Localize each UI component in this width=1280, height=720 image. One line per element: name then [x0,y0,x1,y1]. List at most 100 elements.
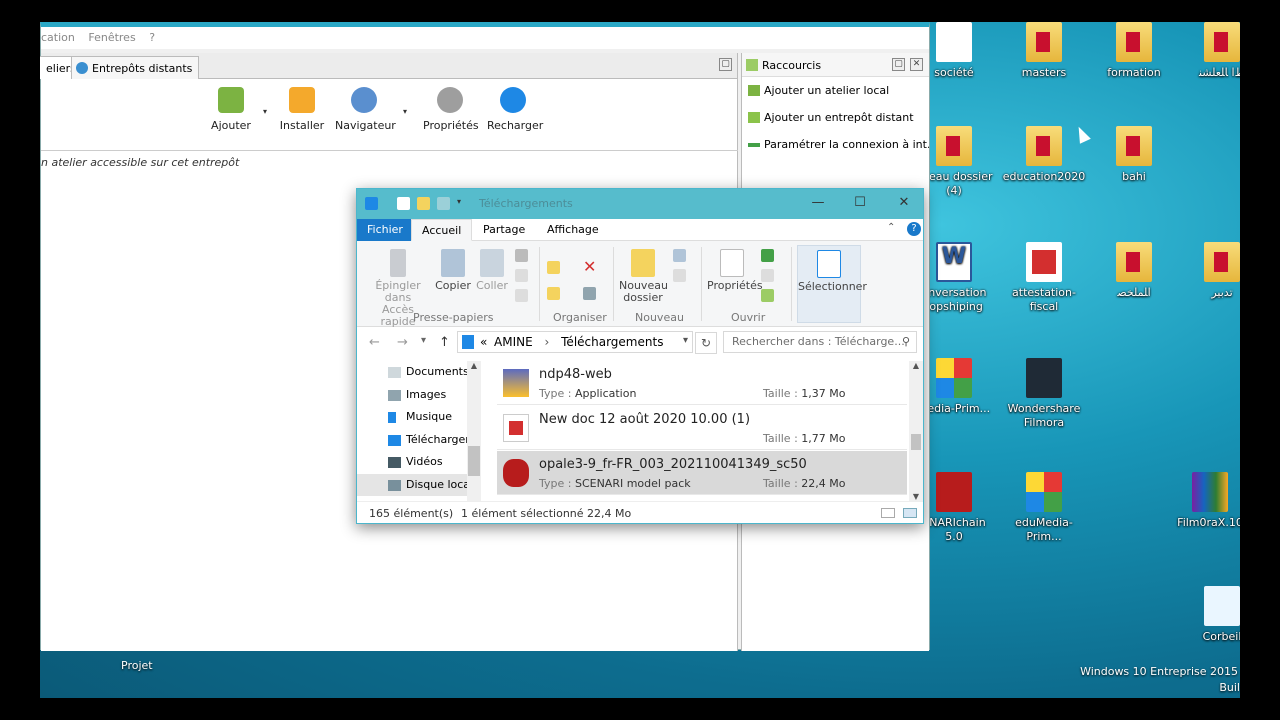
scenari-pack-icon [503,459,529,487]
nav-images[interactable]: Images [357,384,480,407]
menu-application[interactable]: cation [41,31,75,44]
arrow-right-icon [748,143,760,147]
move-to-icon[interactable] [547,261,560,274]
delete-icon[interactable]: ✕ [583,257,596,276]
tab-entrepots-distants[interactable]: Entrepôts distants [71,56,200,79]
properties-quick-icon[interactable] [397,197,410,210]
app-toolbar: Ajouter ▾ Installer Navigateur ▾ Proprié… [41,87,738,143]
winrar-archive-icon [1192,472,1228,512]
desktop-icon-formation[interactable]: formation [1092,22,1176,80]
tab-accueil[interactable]: Accueil [411,219,473,241]
desktop-icon-education2020[interactable]: education2020 [1002,126,1086,184]
large-icons-view-icon[interactable] [903,508,917,518]
nav-telecharger[interactable]: Télécharger [357,429,480,452]
cut-icon[interactable] [515,249,528,262]
help-icon[interactable]: ? [907,222,921,236]
maximize-button[interactable]: ☐ [849,195,871,213]
close-button[interactable]: ✕ [893,195,915,213]
scroll-up-icon[interactable]: ▲ [467,361,481,370]
navigateur-button[interactable]: Navigateur ▾ [335,87,407,132]
close-shortcuts-button[interactable]: ✕ [910,58,923,71]
explorer-title: Téléchargements [479,197,573,210]
pane-tabbar: eliers Entrepôts distants ▢ [40,53,737,79]
copy-button[interactable]: Copier [435,249,471,292]
rename-icon[interactable] [583,287,596,300]
pdf-icon [503,414,529,442]
nav-videos[interactable]: Vidéos [357,451,480,474]
copy-to-icon[interactable] [547,287,560,300]
shortcut-ajouter-atelier[interactable]: Ajouter un atelier local [742,77,929,104]
proprietes-button[interactable]: Propriétés [423,87,479,132]
nav-scrollbar[interactable]: ▲ [467,361,481,501]
ribbon-separator [539,247,540,321]
desktop-icon-attestation[interactable]: attestation-fiscal [1002,242,1086,314]
shortcuts-header: Raccourcis ▢ ✕ [742,53,929,77]
scroll-down-icon[interactable]: ▼ [909,492,923,501]
desktop-icon-arabic-1[interactable]: ﻂﺍ ﺎﻠﻌﻠﺸﻨ [1180,22,1240,80]
properties-button[interactable]: Propriétés [707,249,763,292]
minimize-button[interactable]: — [807,195,829,213]
paste-button[interactable]: Coller [475,249,509,292]
desktop-icon-filmora[interactable]: Wondershare Filmora [1002,358,1086,430]
file-row-selected[interactable]: opale3-9_fr-FR_003_202110041349_sc50 Typ… [497,451,907,495]
chevron-down-icon[interactable]: ▾ [403,107,407,116]
paste-shortcut-icon[interactable] [515,289,528,302]
menu-fenetres[interactable]: Fenêtres [88,31,135,44]
copy-path-icon[interactable] [515,269,528,282]
shortcut-parametrer-connexion[interactable]: Paramétrer la connexion à int... [742,131,929,158]
nav-documents[interactable]: Documents [357,361,480,384]
refresh-icon[interactable]: ↻ [695,332,717,354]
file-explorer-window: ▾ Téléchargements — ☐ ✕ Fichier Accueil … [356,188,924,524]
shortcut-ajouter-entrepot[interactable]: Ajouter un entrepôt distant [742,104,929,131]
nav-disque-local[interactable]: Disque loca [357,473,480,496]
chevron-down-icon[interactable]: ▾ [263,107,267,116]
scroll-up-icon[interactable]: ▲ [909,361,923,370]
file-row[interactable]: New doc 12 août 2020 10.00 (1) Taille : … [497,406,907,450]
file-scroll-thumb[interactable] [911,434,921,450]
nav-musique[interactable]: Musique [357,406,480,429]
recent-chevron-icon[interactable]: ▾ [421,335,426,346]
collapse-ribbon-icon[interactable]: ⌃ [887,222,895,233]
edit-icon[interactable] [761,269,774,282]
recharger-button[interactable]: Recharger [487,87,543,132]
tab-fichier[interactable]: Fichier [357,219,413,241]
new-folder-button[interactable]: Nouveau dossier [619,249,668,304]
navigation-pane: Documents Images Musique Télécharger Vid… [357,361,481,501]
desktop-icon-edumedia-2[interactable]: eduMedia-Prim... [1002,472,1086,544]
open-icon[interactable] [761,249,774,262]
history-icon[interactable] [761,289,774,302]
tab-partage[interactable]: Partage [473,219,535,241]
pdf-icon [1026,242,1062,282]
desktop-icon-masters[interactable]: masters [1002,22,1086,80]
search-input[interactable]: Rechercher dans : Télécharge... ⚲ [723,331,917,353]
ajouter-button[interactable]: Ajouter ▾ [209,87,267,132]
forward-arrow-icon[interactable]: → [397,335,408,350]
details-view-icon[interactable] [881,508,895,518]
desktop: société masters formation ﻂﺍ ﺎﻠﻌﻠﺸﻨ uvea… [40,22,1240,698]
desktop-icon-arabic-3[interactable]: ﺗﺪﺑﻴﺮ [1180,242,1240,300]
back-arrow-icon[interactable]: ← [369,335,380,350]
select-button[interactable]: Sélectionner [797,245,867,323]
file-list-scrollbar[interactable]: ▲ ▼ [909,361,923,501]
desktop-icon-arabic-2[interactable]: ﺍﻠﻤﻠﺨﺼ [1092,242,1176,300]
address-bar[interactable]: « AMINE › Téléchargements ▾ [457,331,693,353]
nav-scroll-thumb[interactable] [468,446,480,476]
easy-access-icon[interactable] [673,269,686,282]
new-item-icon[interactable] [673,249,686,262]
desktop-icon-filmorax[interactable]: Film0raX.10 [1168,472,1240,530]
up-arrow-icon[interactable]: ↑ [439,335,450,350]
new-folder-quick-icon[interactable] [417,197,430,210]
tab-affichage[interactable]: Affichage [537,219,609,241]
installer-button[interactable]: Installer [279,87,325,132]
folder-icon [1116,22,1152,62]
undo-icon[interactable] [437,197,450,210]
chevron-down-icon[interactable]: ▾ [457,197,461,206]
menu-help[interactable]: ? [149,31,155,44]
file-row[interactable]: ndp48-web Type : Application Taille : 1,… [497,361,907,405]
recycle-bin-icon [1204,586,1240,626]
desktop-icon-bahi[interactable]: bahi [1092,126,1176,184]
desktop-icon-corbeille[interactable]: Corbeil [1180,586,1240,644]
maximize-pane-button[interactable]: ▢ [719,58,732,71]
maximize-shortcuts-button[interactable]: ▢ [892,58,905,71]
chevron-down-icon[interactable]: ▾ [683,335,688,346]
